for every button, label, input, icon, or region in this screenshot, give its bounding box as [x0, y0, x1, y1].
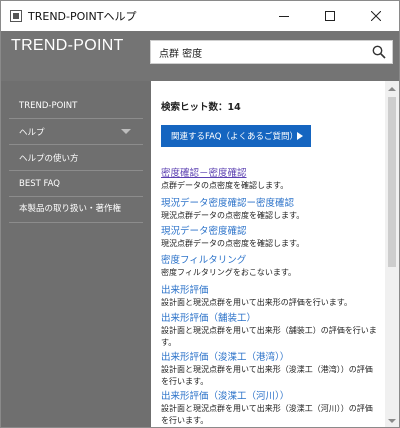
sidebar-item-label: ヘルプ [19, 127, 45, 138]
minimize-button[interactable] [261, 1, 307, 31]
result-description: 設計面と現況点群を用いて出来形（舗装工）の評価を行いま [161, 326, 377, 335]
list-item: 密度確認－密度確認 点群データの点密度を確認します。 [161, 167, 383, 192]
chevron-down-icon[interactable] [121, 129, 131, 134]
app-header: TREND-POINT [1, 31, 399, 81]
result-link[interactable]: 出来形評価 [161, 284, 383, 297]
list-item: 出来形評価（浚渫工（河川）） 設計面と現況点群を用いて出来形（浚渫工（河川））の… [161, 390, 383, 427]
result-description-cont: す。 [161, 338, 177, 347]
sidebar-item-label: 本製品の取り扱い・著作権 [19, 203, 122, 214]
sidebar-item-how-to-use[interactable]: ヘルプの使い方 [9, 145, 143, 171]
help-window: TREND-POINTヘルプ TREND-POINT TREND-POINT [0, 0, 400, 428]
list-item: 出来形評価（舗装工） 設計面と現況点群を用いて出来形（舗装工）の評価を行いま す… [161, 312, 383, 349]
play-arrow-icon [297, 132, 303, 140]
close-icon [371, 11, 381, 21]
list-item: 密度フィルタリング 密度フィルタリングをおこないます。 [161, 254, 383, 279]
result-description: 現況点群データの点密度を確認します。 [161, 239, 305, 248]
result-link[interactable]: 現況データ密度確認 [161, 225, 383, 238]
related-faq-button[interactable]: 関連するFAQ（よくあるご質問） [161, 125, 311, 147]
hit-count: 検索ヒット数：14 [161, 102, 241, 113]
result-description: 密度フィルタリングをおこないます。 [161, 268, 297, 277]
search-box[interactable] [150, 40, 393, 64]
close-button[interactable] [353, 1, 399, 31]
scroll-up-icon[interactable] [388, 87, 396, 91]
window-title: TREND-POINTヘルプ [28, 10, 137, 23]
result-description-cont: を行います。 [161, 377, 209, 386]
title-bar: TREND-POINTヘルプ [1, 1, 399, 31]
result-description: 現況点群データの点密度を確認します。 [161, 211, 305, 220]
result-link[interactable]: 密度確認－密度確認 [161, 167, 383, 180]
faq-button-label: 関連するFAQ（よくあるご質問） [171, 132, 298, 142]
sidebar-item-label: BEST FAQ [19, 178, 60, 189]
search-input[interactable] [151, 42, 361, 62]
search-icon[interactable] [372, 45, 386, 59]
list-item: 出来形評価（浚渫工（港湾）） 設計面と現況点群を用いて出来形（浚渫工（港湾））の… [161, 351, 383, 388]
sidebar-item-help[interactable]: ヘルプ [9, 119, 143, 145]
brand-logo[interactable]: TREND-POINT [11, 37, 124, 55]
result-link[interactable]: 出来形評価（浚渫工（河川）） [161, 390, 383, 403]
maximize-icon [325, 11, 335, 21]
maximize-button[interactable] [307, 1, 353, 31]
result-description-cont: を行います。 [161, 416, 209, 425]
sidebar: TREND-POINT ヘルプ ヘルプの使い方 BEST FAQ 本製品の取り扱… [1, 81, 151, 427]
result-description: 設計面と現況点群を用いて出来形の評価を行います。 [161, 298, 352, 307]
scrollbar-thumb[interactable] [388, 97, 396, 267]
result-link[interactable]: 出来形評価（浚渫工（港湾）） [161, 351, 383, 364]
sidebar-item-trend-point[interactable]: TREND-POINT [9, 93, 143, 119]
result-description: 設計面と現況点群を用いて出来形（浚渫工（河川））の評価 [161, 404, 373, 413]
app-icon [10, 10, 22, 22]
list-item: 現況データ密度確認 現況点群データの点密度を確認します。 [161, 225, 383, 250]
list-item: 現況データ密度確認ー密度確認 現況点群データの点密度を確認します。 [161, 197, 383, 222]
result-link[interactable]: 出来形評価（舗装工） [161, 312, 383, 325]
sidebar-item-label: ヘルプの使い方 [19, 153, 79, 164]
result-link[interactable]: 現況データ密度確認ー密度確認 [161, 197, 383, 210]
list-item: 出来形評価 設計面と現況点群を用いて出来形の評価を行います。 [161, 284, 383, 309]
minimize-icon [279, 15, 289, 17]
sidebar-item-license[interactable]: 本製品の取り扱い・著作権 [9, 193, 143, 223]
result-link[interactable]: 密度フィルタリング [161, 254, 383, 267]
sidebar-item-label: TREND-POINT [19, 100, 78, 111]
search-results-panel: 検索ヒット数：14 関連するFAQ（よくあるご質問） 密度確認－密度確認 点群デ… [151, 81, 385, 427]
vertical-scrollbar[interactable] [385, 81, 399, 427]
scroll-down-icon[interactable] [388, 419, 396, 423]
result-description: 設計面と現況点群を用いて出来形（浚渫工（港湾））の評価 [161, 365, 373, 374]
result-description: 点群データの点密度を確認します。 [161, 181, 289, 190]
